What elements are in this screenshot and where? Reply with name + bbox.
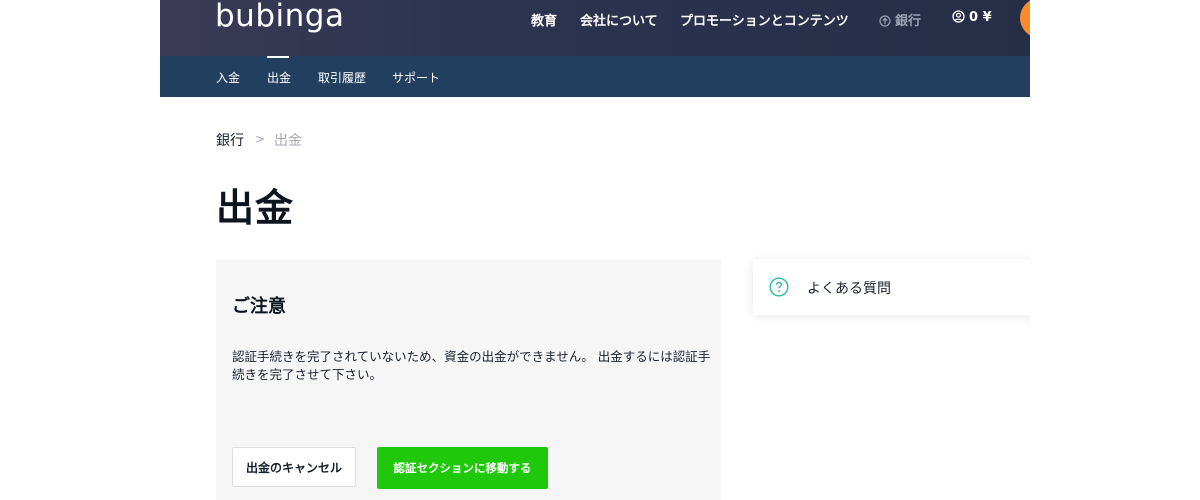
breadcrumb-bank[interactable]: 銀行 [216, 130, 244, 150]
active-tab-indicator [267, 56, 289, 58]
faq-label: よくある質問 [807, 281, 891, 297]
logo[interactable]: bubinga [215, 0, 344, 34]
subnav-deposit[interactable]: 入金 [216, 69, 240, 86]
nav-promotions[interactable]: プロモーションとコンテンツ [680, 10, 849, 29]
question-circle-icon [769, 277, 789, 297]
faq-card[interactable]: よくある質問 [753, 259, 1030, 315]
notice-title: ご注意 [232, 296, 286, 317]
user-circle-icon [952, 10, 965, 27]
subnav-support[interactable]: サポート [392, 69, 440, 86]
sub-navigation: 入金 出金 取引履歴 サポート [160, 56, 1030, 97]
go-to-verification-button[interactable]: 認証セクションに移動する [377, 447, 548, 489]
nav-about-company[interactable]: 会社について [580, 10, 658, 29]
arrow-up-circle-icon [879, 15, 891, 31]
subnav-transaction-history[interactable]: 取引履歴 [318, 69, 366, 86]
subnav-withdrawal[interactable]: 出金 [267, 69, 291, 86]
breadcrumb-separator: > [255, 132, 266, 146]
nav-education[interactable]: 教育 [531, 10, 557, 29]
nav-bank-label: 銀行 [895, 14, 922, 29]
deposit-round-button[interactable] [1020, 0, 1030, 38]
notice-message: 認証手続きを完了されていないため、資金の出金ができません。 出金するには認証手続… [232, 349, 711, 382]
breadcrumb-current: 出金 [274, 133, 302, 149]
page-title: 出金 [216, 186, 295, 230]
account-balance[interactable]: 0 ¥ [952, 10, 992, 27]
top-header: bubinga 教育 会社について プロモーションとコンテンツ 銀行 0 ¥ [160, 0, 1030, 56]
page: bubinga 教育 会社について プロモーションとコンテンツ 銀行 0 ¥ 入… [160, 0, 1030, 500]
notice-panel: ご注意 認証手続きを完了されていないため、資金の出金ができません。 出金するには… [216, 259, 721, 500]
balance-value: 0 ¥ [969, 10, 992, 25]
cancel-withdrawal-button[interactable]: 出金のキャンセル [232, 447, 356, 487]
nav-bank[interactable]: 銀行 [879, 10, 921, 31]
